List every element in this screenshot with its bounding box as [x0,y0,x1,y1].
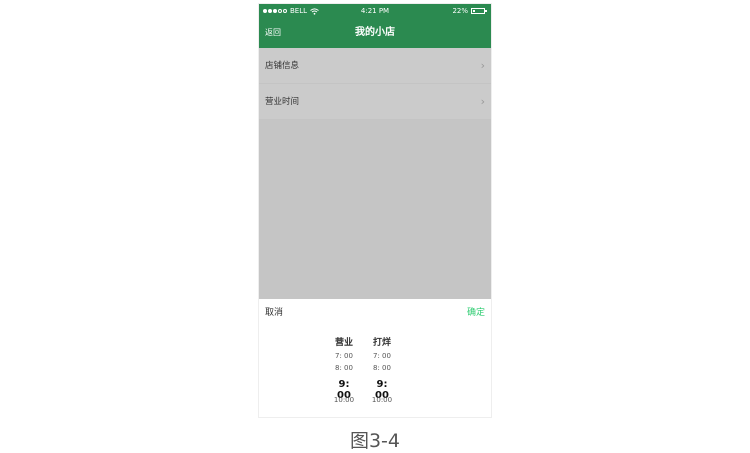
chevron-right-icon: › [480,95,485,108]
menu-list: 店铺信息 › 营业时间 › [259,48,491,120]
menu-item-label: 店铺信息 [265,61,300,71]
modal-overlay[interactable] [259,120,491,299]
picker-option[interactable]: 8: 00 [368,364,396,372]
column-header: 打烊 [372,338,391,348]
status-bar: BELL 4:21 PM 22% [259,4,491,18]
picker-column-close[interactable]: 打烊 7: 00 8: 00 9: 00 10:00 [368,299,396,417]
picker-column-open[interactable]: 营业 7: 00 8: 00 9: 00 10:00 [330,299,358,417]
picker-option[interactable]: 8: 00 [330,364,358,372]
figure-caption: 图3-4 [349,430,401,452]
page-title: 我的小店 [355,27,395,38]
picker-option[interactable]: 7: 00 [368,352,396,360]
menu-item-store-info[interactable]: 店铺信息 › [259,48,491,84]
time-picker: 取消 确定 营业 7: 00 8: 00 9: 00 10:00 打烊 7: 0… [259,299,491,417]
nav-bar: 返回 我的小店 [259,18,491,48]
confirm-button[interactable]: 确定 [467,305,485,318]
menu-item-label: 营业时间 [265,97,300,107]
picker-option[interactable]: 10:00 [330,396,358,404]
column-header: 营业 [334,338,353,348]
menu-item-business-hours[interactable]: 营业时间 › [259,84,491,120]
picker-option[interactable]: 10:00 [368,396,396,404]
phone-screen: BELL 4:21 PM 22% 返回 我的小店 店铺信息 › 营业时间 › 取… [259,4,491,417]
chevron-right-icon: › [480,59,485,72]
picker-option[interactable]: 7: 00 [330,352,358,360]
battery-icon [471,8,487,14]
battery-label: 22% [452,7,468,15]
cancel-button[interactable]: 取消 [265,305,283,318]
